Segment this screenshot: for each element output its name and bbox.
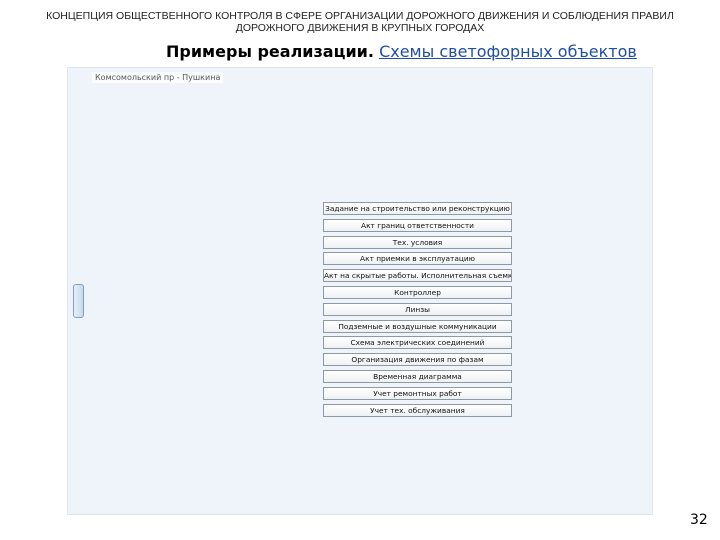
hidden-works-act-button[interactable]: Акт на скрытые работы. Исполнительная съ… <box>323 269 512 283</box>
subtitle-link[interactable]: Схемы светофорных объектов <box>379 42 637 61</box>
construction-task-button[interactable]: Задание на строительство или реконструкц… <box>323 202 512 215</box>
header-line-1: КОНЦЕПЦИЯ ОБЩЕСТВЕННОГО КОНТРОЛЯ В СФЕРЕ… <box>46 10 674 22</box>
slide-header: КОНЦЕПЦИЯ ОБЩЕСТВЕННОГО КОНТРОЛЯ В СФЕРЕ… <box>0 10 720 34</box>
repair-log-button[interactable]: Учет ремонтных работ <box>323 386 512 400</box>
timing-diagram-button[interactable]: Временная диаграмма <box>323 369 512 383</box>
phase-organization-button[interactable]: Организация движения по фазам <box>323 353 512 367</box>
utilities-button[interactable]: Подземные и воздушные коммуникации <box>323 319 512 333</box>
app-screenshot-window: Комсомольский пр - Пушкина Задание на ст… <box>67 67 653 515</box>
responsibility-act-button[interactable]: Акт границ ответственности <box>323 218 512 232</box>
controller-button[interactable]: Контроллер <box>323 285 512 299</box>
page-number: 32 <box>690 512 708 528</box>
lenses-button[interactable]: Линзы <box>323 302 512 316</box>
subtitle: Примеры реализации. Схемы светофорных об… <box>166 42 637 61</box>
document-button-list: Задание на строительство или реконструкц… <box>323 202 512 417</box>
tech-conditions-button[interactable]: Тех. условия <box>323 235 512 249</box>
window-title: Комсомольский пр - Пушкина <box>92 72 224 83</box>
wiring-scheme-button[interactable]: Схема электрических соединений <box>323 336 512 350</box>
header-line-2: ДОРОЖНОГО ДВИЖЕНИЯ В КРУПНЫХ ГОРОДАХ <box>235 22 485 34</box>
maintenance-log-button[interactable]: Учет тех. обслуживания <box>323 403 512 417</box>
scroll-handle[interactable] <box>73 284 84 318</box>
acceptance-act-button[interactable]: Акт приемки в эксплуатацию <box>323 252 512 266</box>
subtitle-bold: Примеры реализации. <box>166 42 374 61</box>
